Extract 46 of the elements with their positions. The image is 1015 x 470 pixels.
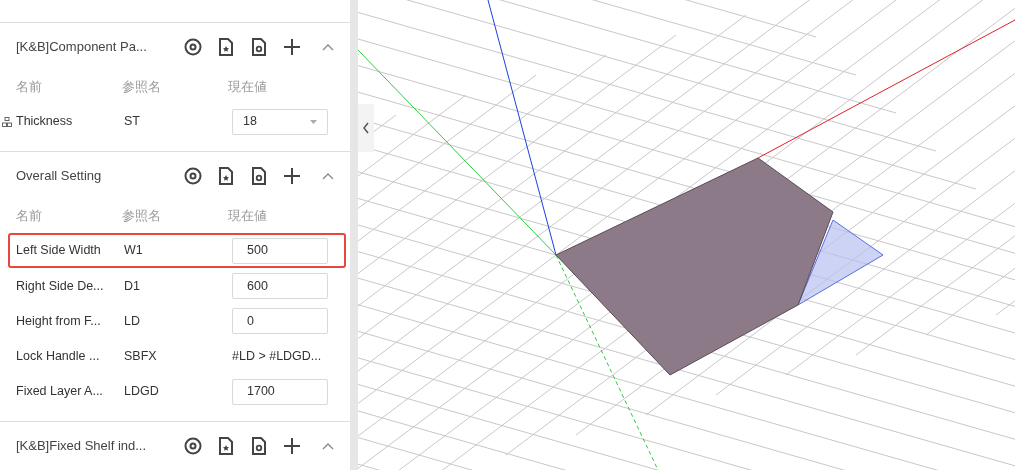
section-title: [K&B]Fixed Shelf ind... [16,437,148,456]
chevron-left-icon [362,122,370,134]
value-field[interactable]: 0 [232,308,328,335]
settings-icon[interactable] [183,165,203,186]
collapse-chevron-icon[interactable] [322,171,334,180]
param-value: #LD > #LDGD... [232,348,322,366]
add-icon[interactable] [282,36,302,57]
column-header: 現在値 [228,79,268,97]
param-ref: D1 [124,277,141,295]
param-name: Thickness [16,113,73,131]
column-header: 名前 [16,79,43,97]
value-dropdown[interactable]: 18 [232,108,328,135]
document-gear-icon[interactable] [249,165,269,186]
param-ref: W1 [124,242,144,260]
column-header: 参照名 [122,79,162,97]
document-star-icon[interactable] [216,165,236,186]
param-name: Height from F... [16,312,101,330]
param-ref: LDGD [124,383,160,401]
param-ref: ST [124,113,141,131]
section-title: [K&B]Component Pa... [16,38,148,57]
collapse-chevron-icon[interactable] [322,442,334,450]
document-star-icon[interactable] [216,436,236,456]
collapse-panel-button[interactable] [358,104,374,152]
param-name: Left Side Width [16,242,101,260]
settings-icon[interactable] [183,36,203,57]
column-header: 参照名 [122,208,162,226]
document-star-icon[interactable] [216,36,236,57]
column-header: 現在値 [228,208,268,226]
value-field[interactable]: 1700 [232,378,328,405]
add-icon[interactable] [282,436,302,456]
column-header: 名前 [16,208,43,226]
document-gear-icon[interactable] [249,436,269,456]
collapse-chevron-icon[interactable] [322,42,334,51]
param-name: Right Side De... [16,277,104,295]
value-field[interactable]: 500 [232,237,328,264]
param-ref: SBFX [124,348,158,366]
caret-icon [310,119,317,124]
value-field[interactable]: 600 [232,273,328,299]
scrollbar[interactable] [350,0,358,470]
settings-icon[interactable] [183,436,203,456]
param-ref: LD [124,312,141,330]
document-gear-icon[interactable] [249,36,269,57]
param-name: Lock Handle ... [16,348,100,366]
add-icon[interactable] [282,165,302,186]
param-name: Fixed Layer A... [16,383,103,401]
section-title: Overall Setting [16,167,103,186]
